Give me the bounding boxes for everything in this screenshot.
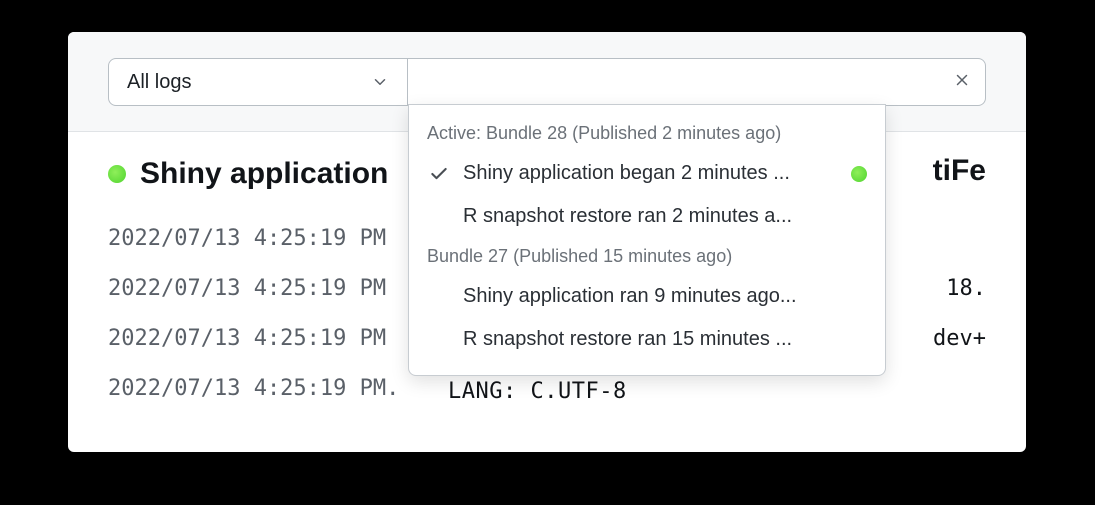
dropdown-item-label: R snapshot restore ran 2 minutes a... (463, 205, 867, 228)
log-line-right: 18. (946, 264, 986, 314)
dropdown-item[interactable]: Shiny application ran 9 minutes ago... (409, 275, 885, 318)
clear-search-button[interactable] (946, 66, 978, 98)
log-timestamp: 2022/07/13 4:25:19 PM (108, 214, 386, 264)
log-heading-title: Shiny application (140, 157, 388, 191)
log-picker-dropdown[interactable]: Active: Bundle 28 (Published 2 minutes a… (408, 104, 886, 376)
log-filter-select[interactable]: All logs (108, 58, 408, 106)
dropdown-item-label: Shiny application began 2 minutes ... (463, 162, 839, 185)
log-search-input[interactable] (408, 58, 986, 106)
log-heading-right-fragment: tiFe (933, 154, 986, 188)
log-line-right: dev+ (933, 314, 986, 364)
logs-panel: All logs Active: Bundle 28 (Published 2 … (68, 32, 1026, 452)
log-filter-select-wrap: All logs (108, 58, 408, 131)
status-dot-icon (108, 165, 126, 183)
dropdown-item-label: R snapshot restore ran 15 minutes ... (463, 328, 867, 351)
dropdown-item[interactable]: R snapshot restore ran 2 minutes a... (409, 195, 885, 238)
dropdown-item[interactable]: R snapshot restore ran 15 minutes ... (409, 318, 885, 361)
check-icon (427, 164, 451, 184)
log-filter-label: All logs (127, 71, 191, 94)
dropdown-group: Active: Bundle 28 (Published 2 minutes a… (409, 115, 885, 238)
dropdown-group: Bundle 27 (Published 15 minutes ago) Shi… (409, 238, 885, 361)
dropdown-item[interactable]: Shiny application began 2 minutes ... (409, 152, 885, 195)
dropdown-group-header: Bundle 27 (Published 15 minutes ago) (409, 238, 885, 275)
status-dot-icon (851, 166, 867, 182)
close-icon (953, 71, 971, 94)
chevron-down-icon (371, 73, 389, 91)
log-timestamp: 2022/07/13 4:25:19 PM (108, 264, 386, 314)
dropdown-group-header: Active: Bundle 28 (Published 2 minutes a… (409, 115, 885, 152)
log-timestamp: 2022/07/13 4:25:19 PM. (108, 364, 399, 414)
dropdown-item-label: Shiny application ran 9 minutes ago... (463, 285, 867, 308)
log-timestamp: 2022/07/13 4:25:19 PM (108, 314, 386, 364)
